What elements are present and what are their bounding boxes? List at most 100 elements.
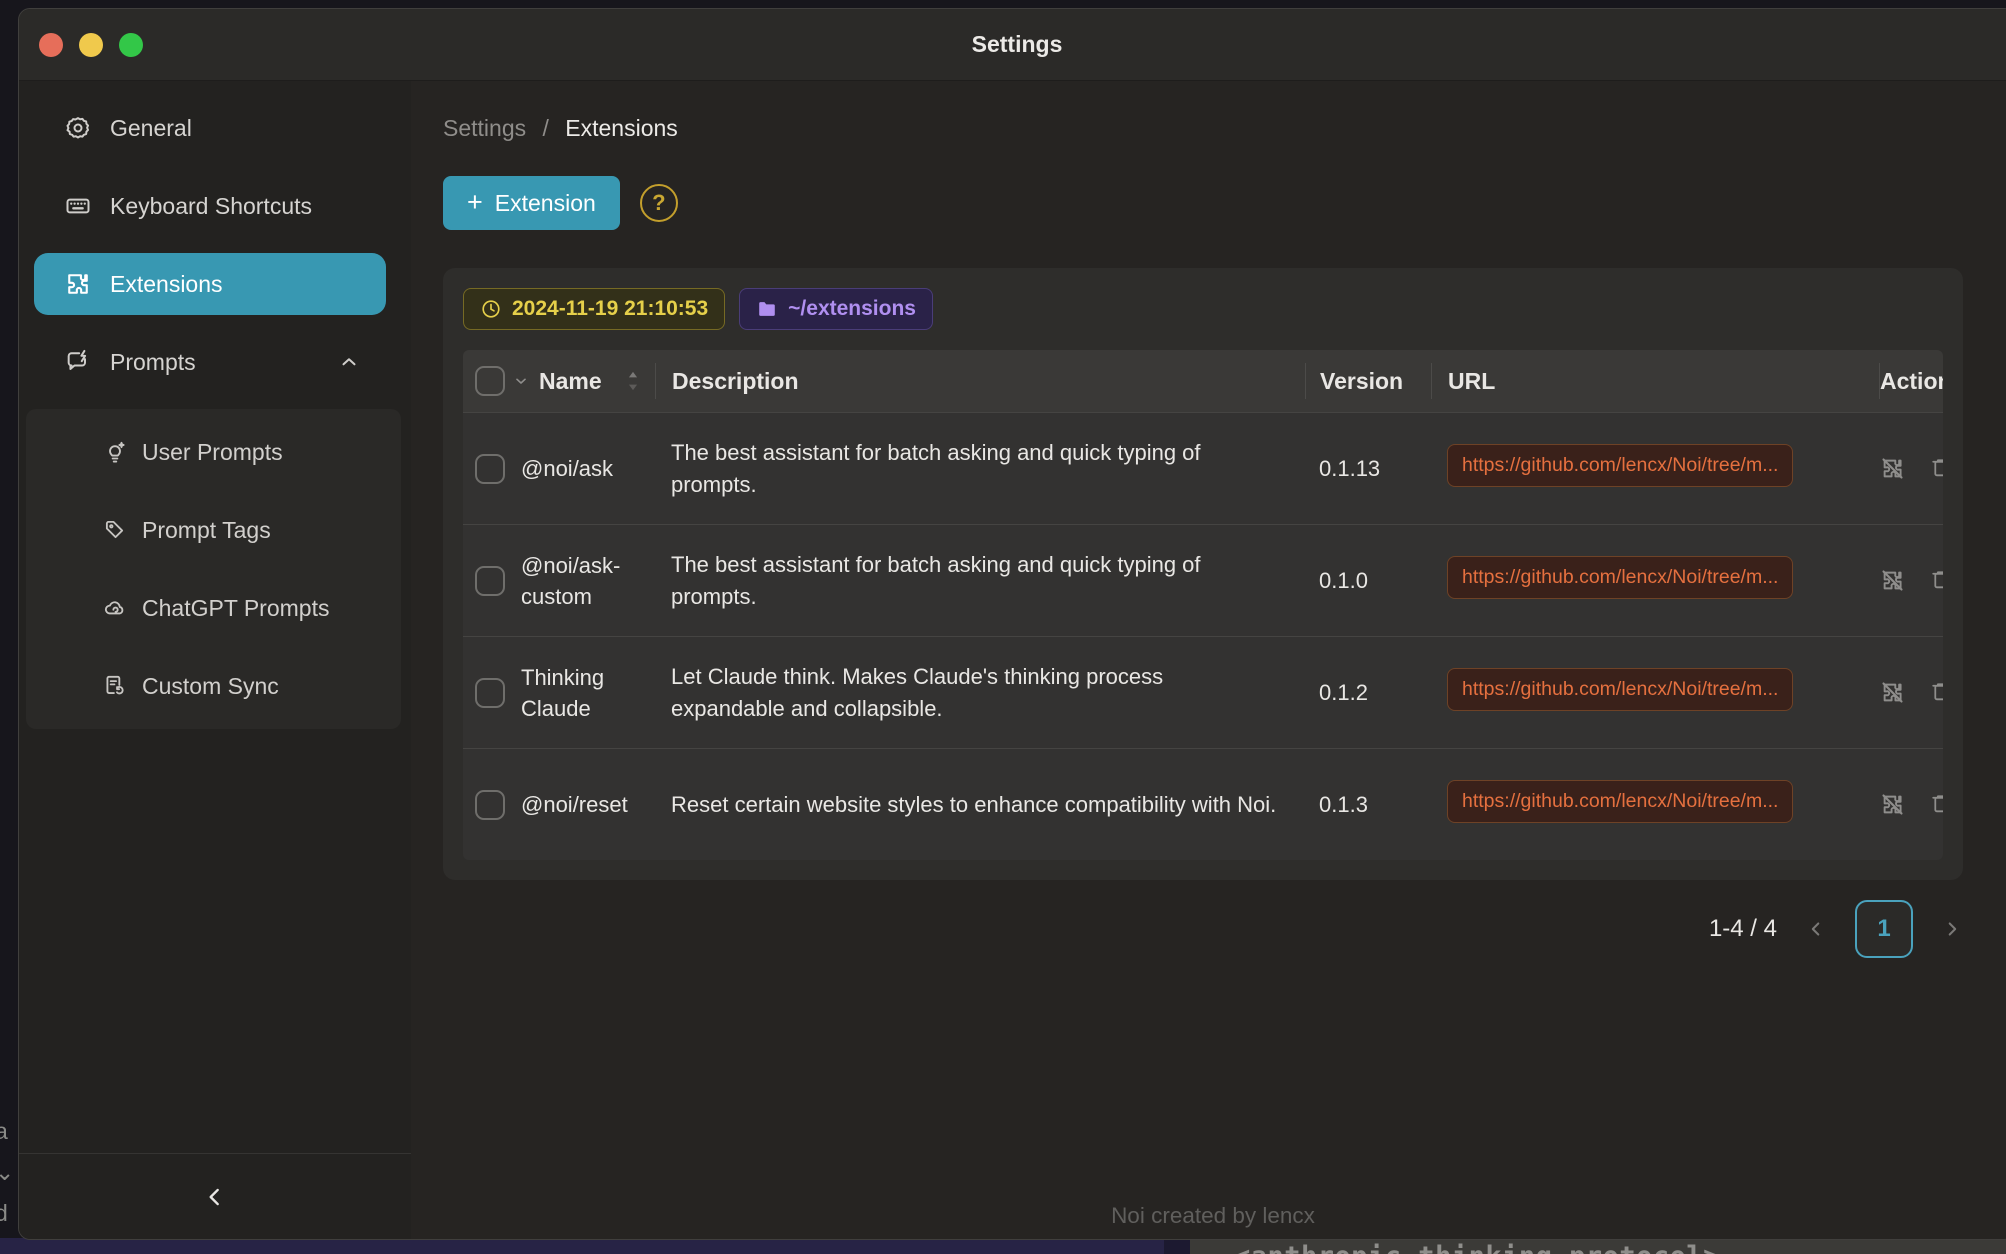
tag-icon [102,517,128,543]
extension-url-link[interactable]: https://github.com/lencx/Noi/tree/m... [1447,668,1793,711]
breadcrumb: Settings / Extensions [443,115,2006,142]
row-checkbox[interactable] [475,678,505,708]
row-checkbox[interactable] [475,566,505,596]
clock-icon [480,298,502,320]
desktop-editor-strip: <anthropic_thinking_protocol> [1190,1238,2006,1254]
extension-url-link[interactable]: https://github.com/lencx/Noi/tree/m... [1447,556,1793,599]
select-all-checkbox[interactable] [475,366,505,396]
sidebar-item-keyboard-shortcuts[interactable]: Keyboard Shortcuts [34,175,386,237]
close-window-button[interactable] [39,33,63,57]
lightbulb-sparkle-icon [102,439,128,465]
help-icon[interactable]: ? [640,184,678,222]
extension-name: @noi/reset [521,789,628,820]
traffic-lights [39,9,143,80]
cloud-icon [102,595,128,621]
sidebar-item-label: Extensions [110,271,223,298]
window-title: Settings [972,31,1063,58]
sidebar-item-prompt-tags[interactable]: Prompt Tags [26,499,401,561]
toolbar: + Extension ? [443,176,2006,230]
sort-icon[interactable] [625,371,641,391]
plus-icon: + [467,189,483,216]
sidebar-item-extensions[interactable]: Extensions [34,253,386,315]
sidebar-item-label: User Prompts [142,439,283,466]
sidebar-item-label: Custom Sync [142,673,279,700]
disable-extension-icon[interactable] [1879,791,1906,818]
pagination-range: 1-4 / 4 [1709,915,1777,943]
desktop-navy-area [0,1238,1164,1254]
background-peek-text: <anthropic_thinking_protocol> [1234,1241,2006,1254]
extension-description: Let Claude think. Makes Claude's thinkin… [655,661,1305,725]
timestamp-value: 2024-11-19 21:10:53 [512,297,708,321]
column-header-action: Action [1880,368,1943,395]
extension-name: @noi/ask-custom [521,550,643,612]
add-extension-button[interactable]: + Extension [443,176,620,230]
page-1-button[interactable]: 1 [1855,900,1913,958]
gear-icon [64,114,92,142]
folder-icon [756,298,778,320]
extension-description: The best assistant for batch asking and … [655,437,1305,501]
extension-description: The best assistant for batch asking and … [655,549,1305,613]
app-credit-text: Noi created by lencx [411,1203,2006,1229]
pagination: 1-4 / 4 1 [443,900,1963,958]
main-content: Settings / Extensions + Extension ? [411,81,2006,1239]
extension-version: 0.1.13 [1305,456,1431,482]
next-page-icon[interactable] [1941,918,1963,940]
column-header-version: Version [1320,368,1403,395]
delete-extension-icon[interactable] [1928,567,1943,594]
extensions-card: 2024-11-19 21:10:53 ~/extensions [443,268,1963,880]
disable-extension-icon[interactable] [1879,567,1906,594]
delete-extension-icon[interactable] [1928,455,1943,482]
extension-name: @noi/ask [521,453,613,484]
breadcrumb-settings[interactable]: Settings [443,115,526,141]
edge-fragment: ⌄ [0,1159,15,1186]
delete-extension-icon[interactable] [1928,791,1943,818]
sidebar-item-user-prompts[interactable]: User Prompts [26,421,401,483]
status-badges: 2024-11-19 21:10:53 ~/extensions [463,288,1943,330]
collapse-sidebar-button[interactable] [202,1184,228,1210]
folder-path-value: ~/extensions [788,297,916,321]
sidebar-item-label: ChatGPT Prompts [142,595,329,622]
titlebar: Settings [19,9,2006,81]
breadcrumb-current: Extensions [565,115,678,141]
disable-extension-icon[interactable] [1879,679,1906,706]
chat-lightning-icon [64,348,92,376]
chevron-down-icon[interactable] [513,373,529,389]
row-checkbox[interactable] [475,790,505,820]
sidebar-item-label: Prompts [110,349,196,376]
table-row: @noi/reset Reset certain website styles … [463,748,1943,860]
sidebar-item-label: General [110,115,192,142]
sidebar-item-prompts[interactable]: Prompts [34,331,386,393]
settings-window: Settings General [18,8,2006,1240]
desktop-dark-band [1164,1238,1190,1254]
extension-url-link[interactable]: https://github.com/lencx/Noi/tree/m... [1447,444,1793,487]
extension-url-link[interactable]: https://github.com/lencx/Noi/tree/m... [1447,780,1793,823]
table-row: @noi/ask-custom The best assistant for b… [463,524,1943,636]
chevron-up-icon[interactable] [338,351,360,373]
minimize-window-button[interactable] [79,33,103,57]
sidebar-item-label: Keyboard Shortcuts [110,193,312,220]
disable-extension-icon[interactable] [1879,455,1906,482]
table-row: @noi/ask The best assistant for batch as… [463,412,1943,524]
table-header-row: Name Description Version URL Action [463,350,1943,412]
sidebar-item-chatgpt-prompts[interactable]: ChatGPT Prompts [26,577,401,639]
edge-fragment: a [0,1118,15,1145]
sidebar-item-label: Prompt Tags [142,517,271,544]
prompts-subsection: User Prompts Prompt Tags [26,409,401,729]
zoom-window-button[interactable] [119,33,143,57]
previous-page-icon[interactable] [1805,918,1827,940]
sidebar-item-custom-sync[interactable]: Custom Sync [26,655,401,717]
desktop-background-strip: <anthropic_thinking_protocol> [0,1238,2006,1254]
sidebar-item-general[interactable]: General [34,97,386,159]
column-header-description: Description [672,368,799,395]
timestamp-badge: 2024-11-19 21:10:53 [463,288,725,330]
row-checkbox[interactable] [475,454,505,484]
keyboard-icon [64,192,92,220]
document-sync-icon [102,673,128,699]
sidebar: General Keyboard Shortcuts Extensio [19,81,411,1239]
column-header-name: Name [539,368,602,395]
extension-description: Reset certain website styles to enhance … [655,789,1305,821]
edge-fragment: d [0,1200,15,1227]
left-edge-fragments: a ⌄ d [0,1118,15,1227]
extension-version: 0.1.2 [1305,680,1431,706]
delete-extension-icon[interactable] [1928,679,1943,706]
